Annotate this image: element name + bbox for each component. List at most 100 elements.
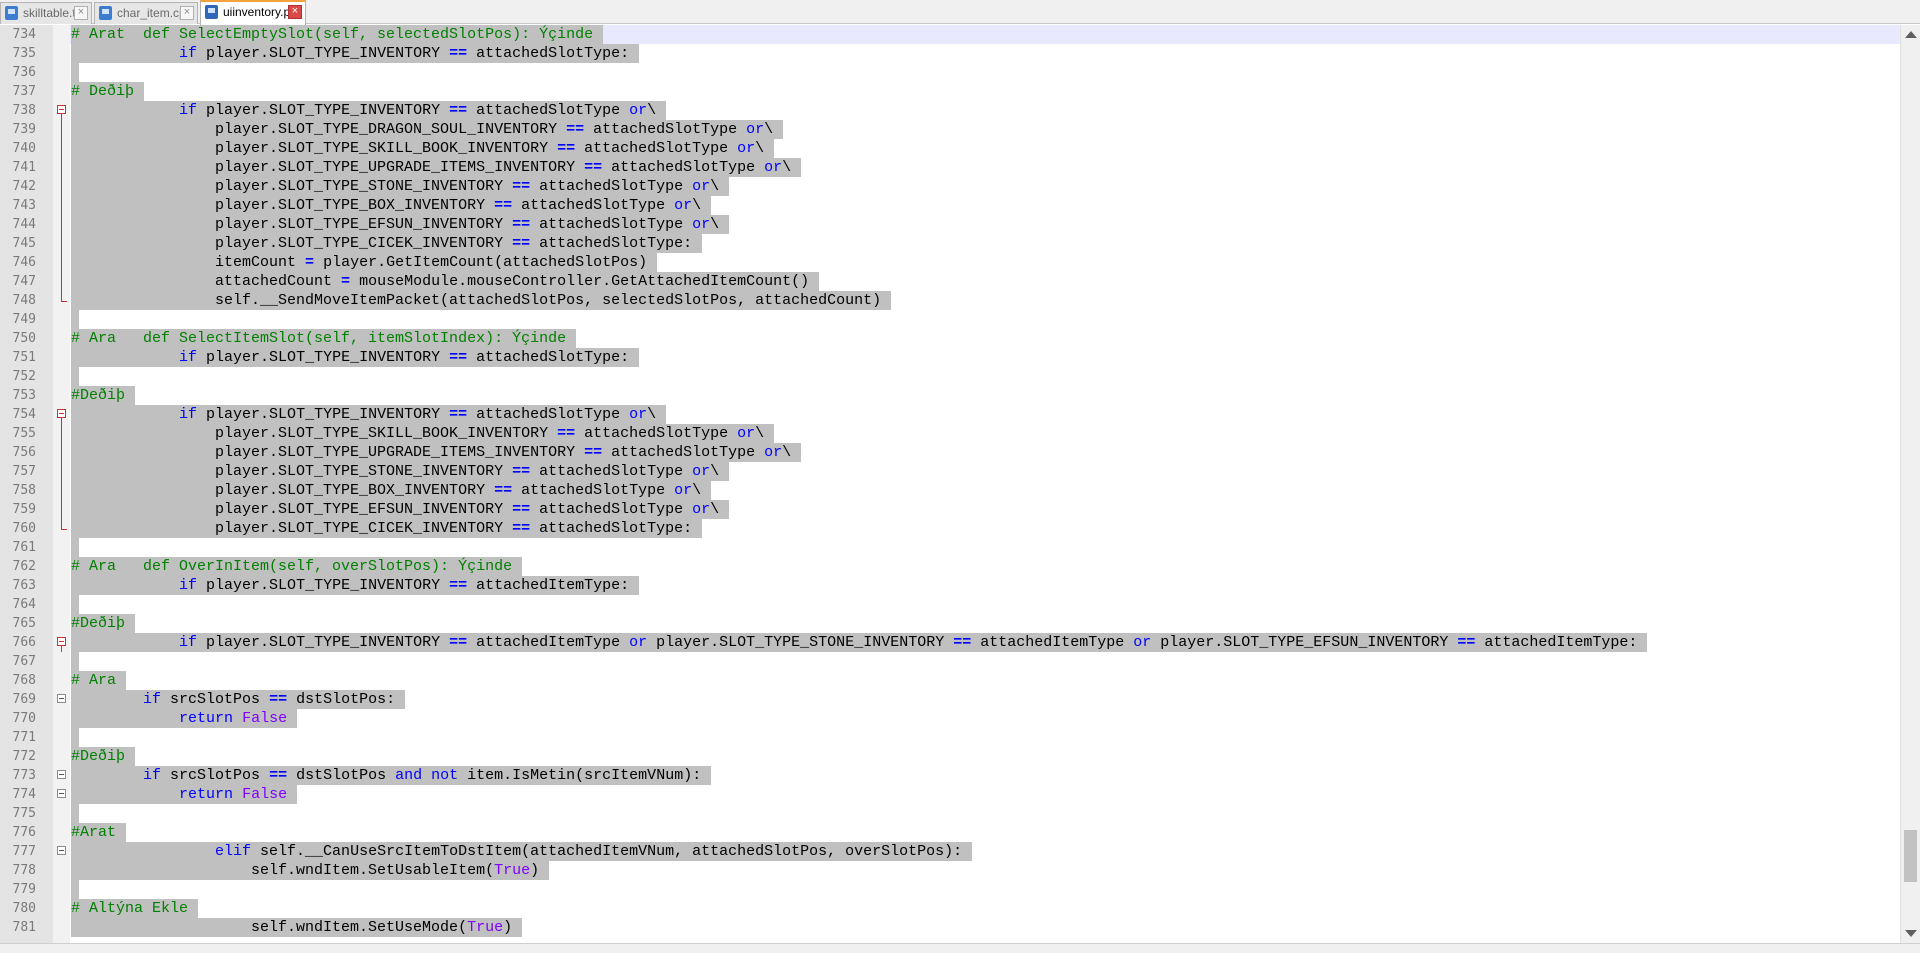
- code-line[interactable]: 760 player.SLOT_TYPE_CICEK_INVENTORY == …: [0, 519, 1900, 538]
- code-line-text[interactable]: if srcSlotPos == dstSlotPos and not item…: [71, 766, 712, 785]
- code-line[interactable]: 776 #Arat: [0, 823, 1900, 842]
- fold-toggle-icon[interactable]: [57, 637, 66, 646]
- close-icon[interactable]: ×: [74, 6, 88, 20]
- code-line-text[interactable]: player.SLOT_TYPE_SKILL_BOOK_INVENTORY ==…: [71, 424, 775, 443]
- code-line[interactable]: 779: [0, 880, 1900, 899]
- code-line[interactable]: 778 self.wndItem.SetUsableItem(True): [0, 861, 1900, 880]
- code-line[interactable]: 770 return False: [0, 709, 1900, 728]
- code-line[interactable]: 773 if srcSlotPos == dstSlotPos and not …: [0, 766, 1900, 785]
- code-line[interactable]: 753 #Deðiþ: [0, 386, 1900, 405]
- code-line-text[interactable]: player.SLOT_TYPE_UPGRADE_ITEMS_INVENTORY…: [71, 443, 802, 462]
- code-line[interactable]: 751 if player.SLOT_TYPE_INVENTORY == att…: [0, 348, 1900, 367]
- code-line-text[interactable]: #Deðiþ: [71, 747, 136, 766]
- code-line[interactable]: 766 if player.SLOT_TYPE_INVENTORY == att…: [0, 633, 1900, 652]
- code-line-text[interactable]: [71, 310, 79, 329]
- code-line[interactable]: 750 # Ara def SelectItemSlot(self, itemSl…: [0, 329, 1900, 348]
- code-line-text[interactable]: return False: [71, 709, 298, 728]
- code-line-text[interactable]: itemCount = player.GetItemCount(attached…: [71, 253, 658, 272]
- tab-uiinventory[interactable]: uiinventory.py ×: [200, 0, 306, 25]
- code-line[interactable]: 736: [0, 63, 1900, 82]
- scroll-down-icon[interactable]: [1905, 930, 1917, 937]
- code-line-text[interactable]: # Deðiþ: [71, 82, 145, 101]
- code-line[interactable]: 737 # Deðiþ: [0, 82, 1900, 101]
- code-line[interactable]: 745 player.SLOT_TYPE_CICEK_INVENTORY == …: [0, 234, 1900, 253]
- code-line[interactable]: 748 self.__SendMoveItemPacket(attachedSl…: [0, 291, 1900, 310]
- code-line[interactable]: 749: [0, 310, 1900, 329]
- code-line[interactable]: 756 player.SLOT_TYPE_UPGRADE_ITEMS_INVEN…: [0, 443, 1900, 462]
- code-line-text[interactable]: #Deðiþ: [71, 614, 136, 633]
- code-line[interactable]: 741 player.SLOT_TYPE_UPGRADE_ITEMS_INVEN…: [0, 158, 1900, 177]
- code-line[interactable]: 761: [0, 538, 1900, 557]
- code-line-text[interactable]: player.SLOT_TYPE_STONE_INVENTORY == atta…: [71, 177, 730, 196]
- code-line[interactable]: 735 if player.SLOT_TYPE_INVENTORY == att…: [0, 44, 1900, 63]
- fold-toggle-icon[interactable]: [57, 846, 66, 855]
- scrollbar-thumb[interactable]: [1904, 830, 1917, 882]
- code-line[interactable]: 769 if srcSlotPos == dstSlotPos:: [0, 690, 1900, 709]
- code-line[interactable]: 742 player.SLOT_TYPE_STONE_INVENTORY == …: [0, 177, 1900, 196]
- code-line[interactable]: 765 #Deðiþ: [0, 614, 1900, 633]
- code-line-text[interactable]: if player.SLOT_TYPE_INVENTORY == attache…: [71, 576, 640, 595]
- fold-toggle-icon[interactable]: [57, 409, 66, 418]
- code-line[interactable]: 755 player.SLOT_TYPE_SKILL_BOOK_INVENTOR…: [0, 424, 1900, 443]
- close-icon[interactable]: ×: [288, 5, 302, 19]
- code-line[interactable]: 734 # Arat def SelectEmptySlot(self, sele…: [0, 25, 1900, 44]
- code-line[interactable]: 764: [0, 595, 1900, 614]
- close-icon[interactable]: ×: [180, 6, 194, 20]
- code-line[interactable]: 747 attachedCount = mouseModule.mouseCon…: [0, 272, 1900, 291]
- code-line-text[interactable]: #Deðiþ: [71, 386, 136, 405]
- code-line-text[interactable]: if player.SLOT_TYPE_INVENTORY == attache…: [71, 405, 667, 424]
- code-line-text[interactable]: # Ara: [71, 671, 127, 690]
- code-line-text[interactable]: player.SLOT_TYPE_BOX_INVENTORY == attach…: [71, 196, 712, 215]
- code-line[interactable]: 752: [0, 367, 1900, 386]
- code-line-text[interactable]: [71, 804, 79, 823]
- code-editor[interactable]: 734 # Arat def SelectEmptySlot(self, sele…: [0, 25, 1900, 943]
- code-line-text[interactable]: self.wndItem.SetUseMode(True): [71, 918, 523, 937]
- code-line[interactable]: 762 # Ara def OverInItem(self, overSlotPo…: [0, 557, 1900, 576]
- code-line-text[interactable]: player.SLOT_TYPE_UPGRADE_ITEMS_INVENTORY…: [71, 158, 802, 177]
- fold-toggle-icon[interactable]: [57, 694, 66, 703]
- code-line[interactable]: 759 player.SLOT_TYPE_EFSUN_INVENTORY == …: [0, 500, 1900, 519]
- code-line[interactable]: 780 # Altýna Ekle: [0, 899, 1900, 918]
- code-line-text[interactable]: attachedCount = mouseModule.mouseControl…: [71, 272, 820, 291]
- code-line[interactable]: 757 player.SLOT_TYPE_STONE_INVENTORY == …: [0, 462, 1900, 481]
- vertical-scrollbar[interactable]: [1900, 25, 1920, 943]
- code-line-text[interactable]: player.SLOT_TYPE_EFSUN_INVENTORY == atta…: [71, 215, 730, 234]
- code-line-text[interactable]: elif self.__CanUseSrcItemToDstItem(attac…: [71, 842, 973, 861]
- code-line-text[interactable]: player.SLOT_TYPE_CICEK_INVENTORY == atta…: [71, 519, 703, 538]
- code-line-text[interactable]: [71, 728, 79, 747]
- code-line[interactable]: 739 player.SLOT_TYPE_DRAGON_SOUL_INVENTO…: [0, 120, 1900, 139]
- code-line-text[interactable]: # Ara def SelectItemSlot(self, itemSlotI…: [71, 329, 577, 348]
- code-line-text[interactable]: [71, 595, 79, 614]
- code-line-text[interactable]: # Ara def OverInItem(self, overSlotPos):…: [71, 557, 523, 576]
- code-line[interactable]: 743 player.SLOT_TYPE_BOX_INVENTORY == at…: [0, 196, 1900, 215]
- code-line-text[interactable]: [71, 367, 79, 386]
- code-line[interactable]: 738 if player.SLOT_TYPE_INVENTORY == att…: [0, 101, 1900, 120]
- code-line-text[interactable]: if player.SLOT_TYPE_INVENTORY == attache…: [71, 44, 640, 63]
- code-line[interactable]: 763 if player.SLOT_TYPE_INVENTORY == att…: [0, 576, 1900, 595]
- tab-skilltable[interactable]: skilltable.txt ×: [0, 2, 92, 24]
- code-line-text[interactable]: player.SLOT_TYPE_CICEK_INVENTORY == atta…: [71, 234, 703, 253]
- code-line-text[interactable]: if player.SLOT_TYPE_INVENTORY == attache…: [71, 633, 1648, 652]
- code-line[interactable]: 744 player.SLOT_TYPE_EFSUN_INVENTORY == …: [0, 215, 1900, 234]
- code-line[interactable]: 781 self.wndItem.SetUseMode(True): [0, 918, 1900, 937]
- code-line-text[interactable]: self.__SendMoveItemPacket(attachedSlotPo…: [71, 291, 892, 310]
- code-line[interactable]: 768 # Ara: [0, 671, 1900, 690]
- code-line[interactable]: 772 #Deðiþ: [0, 747, 1900, 766]
- code-line-text[interactable]: [71, 652, 79, 671]
- code-line[interactable]: 771: [0, 728, 1900, 747]
- code-line[interactable]: 740 player.SLOT_TYPE_SKILL_BOOK_INVENTOR…: [0, 139, 1900, 158]
- code-line-text[interactable]: player.SLOT_TYPE_DRAGON_SOUL_INVENTORY =…: [71, 120, 784, 139]
- scroll-up-icon[interactable]: [1905, 31, 1917, 38]
- fold-toggle-icon[interactable]: [57, 770, 66, 779]
- code-line-text[interactable]: # Altýna Ekle: [71, 899, 199, 918]
- code-line[interactable]: 754 if player.SLOT_TYPE_INVENTORY == att…: [0, 405, 1900, 424]
- code-line-text[interactable]: player.SLOT_TYPE_EFSUN_INVENTORY == atta…: [71, 500, 730, 519]
- code-line-text[interactable]: player.SLOT_TYPE_SKILL_BOOK_INVENTORY ==…: [71, 139, 775, 158]
- code-line-text[interactable]: if srcSlotPos == dstSlotPos:: [71, 690, 406, 709]
- code-line[interactable]: 767: [0, 652, 1900, 671]
- code-line-text[interactable]: player.SLOT_TYPE_STONE_INVENTORY == atta…: [71, 462, 730, 481]
- code-line-text[interactable]: if player.SLOT_TYPE_INVENTORY == attache…: [71, 348, 640, 367]
- code-line-text[interactable]: if player.SLOT_TYPE_INVENTORY == attache…: [71, 101, 667, 120]
- code-line-text[interactable]: [71, 880, 79, 899]
- code-line-text[interactable]: self.wndItem.SetUsableItem(True): [71, 861, 550, 880]
